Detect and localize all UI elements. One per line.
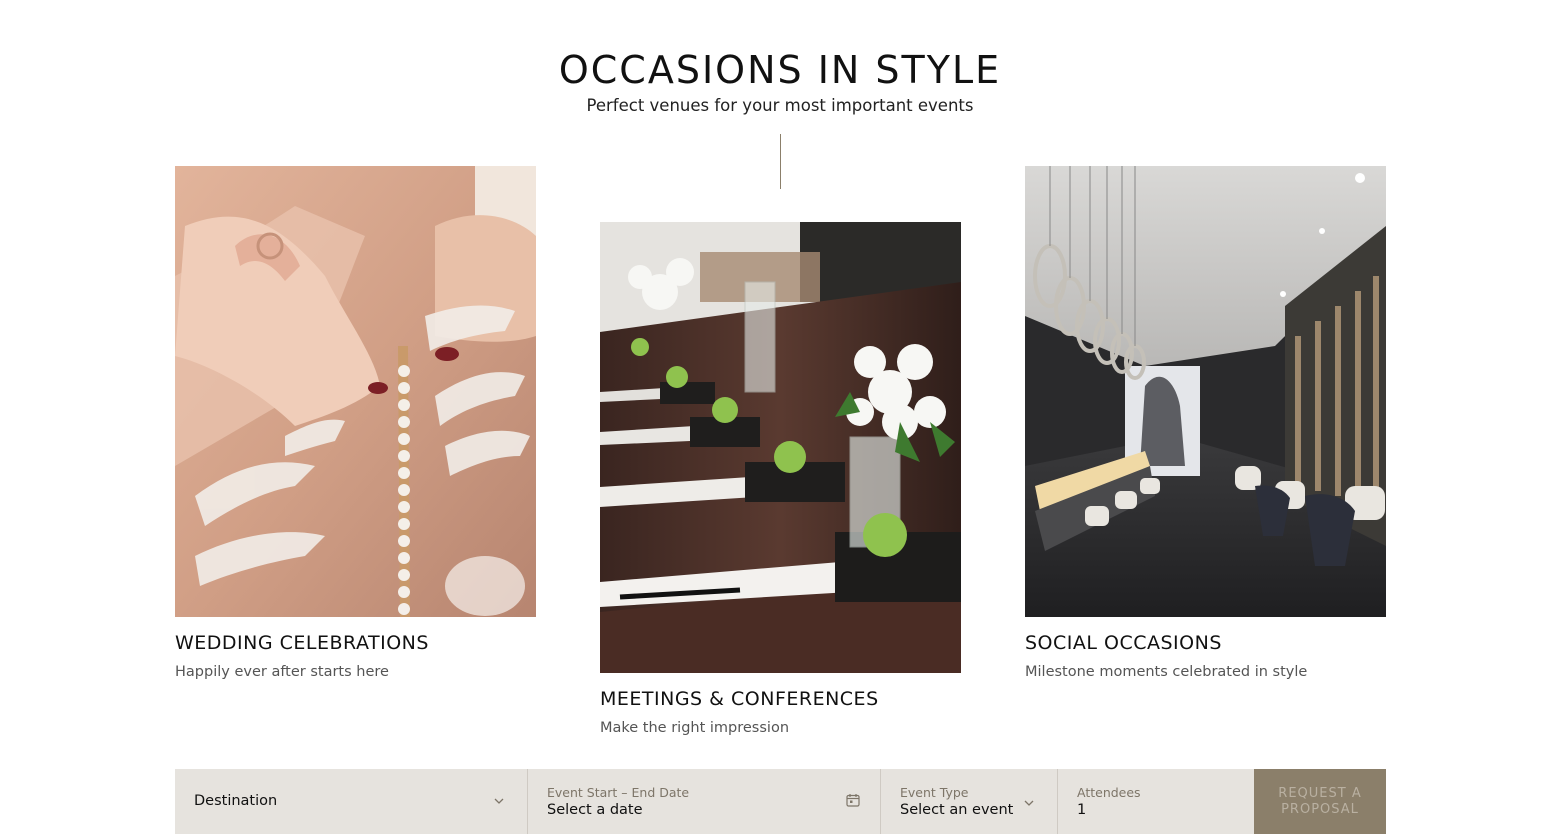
card-title[interactable]: MEETINGS & CONFERENCES [600,688,961,710]
event-date-picker[interactable]: Event Start – End Date Select a date [528,769,881,834]
social-image[interactable] [1025,166,1386,617]
chevron-down-icon [494,798,504,804]
card-title[interactable]: WEDDING CELEBRATIONS [175,632,536,654]
card-meetings-conferences[interactable]: MEETINGS & CONFERENCES Make the right im… [600,222,961,736]
calendar-icon[interactable] [846,793,860,807]
chevron-down-icon [1024,800,1034,806]
card-description: Happily ever after starts here [175,664,389,680]
page-subtitle: Perfect venues for your most important e… [586,96,974,115]
events-page: OCCASIONS IN STYLE Perfect venues for yo… [0,0,1560,834]
card-wedding-celebrations[interactable]: WEDDING CELEBRATIONS Happily ever after … [175,166,536,680]
attendees-label: Attendees [1077,785,1141,800]
attendees-field[interactable]: Attendees 1 [1058,769,1254,834]
event-type-select[interactable]: Event Type Select an event [881,769,1058,834]
meetings-image[interactable] [600,222,961,673]
request-proposal-button[interactable]: REQUEST A PROPOSAL [1254,769,1386,834]
attendees-value: 1 [1077,802,1087,818]
wedding-image[interactable] [175,166,536,617]
card-description: Make the right impression [600,720,790,736]
destination-select[interactable]: Destination [175,769,528,834]
destination-value: Destination [194,793,278,809]
section-divider [780,134,781,189]
event-type-value: Select an event [900,802,1014,818]
booking-bar: Destination Event Start – End Date Selec… [175,769,1386,834]
page-title: OCCASIONS IN STYLE [558,48,1002,92]
event-type-label: Event Type [900,785,969,800]
event-date-label: Event Start – End Date [547,785,690,800]
event-date-value: Select a date [547,802,643,818]
card-description: Milestone moments celebrated in style [1025,664,1308,680]
card-social-occasions[interactable]: SOCIAL OCCASIONS Milestone moments celeb… [1025,166,1386,680]
card-title[interactable]: SOCIAL OCCASIONS [1025,632,1386,654]
